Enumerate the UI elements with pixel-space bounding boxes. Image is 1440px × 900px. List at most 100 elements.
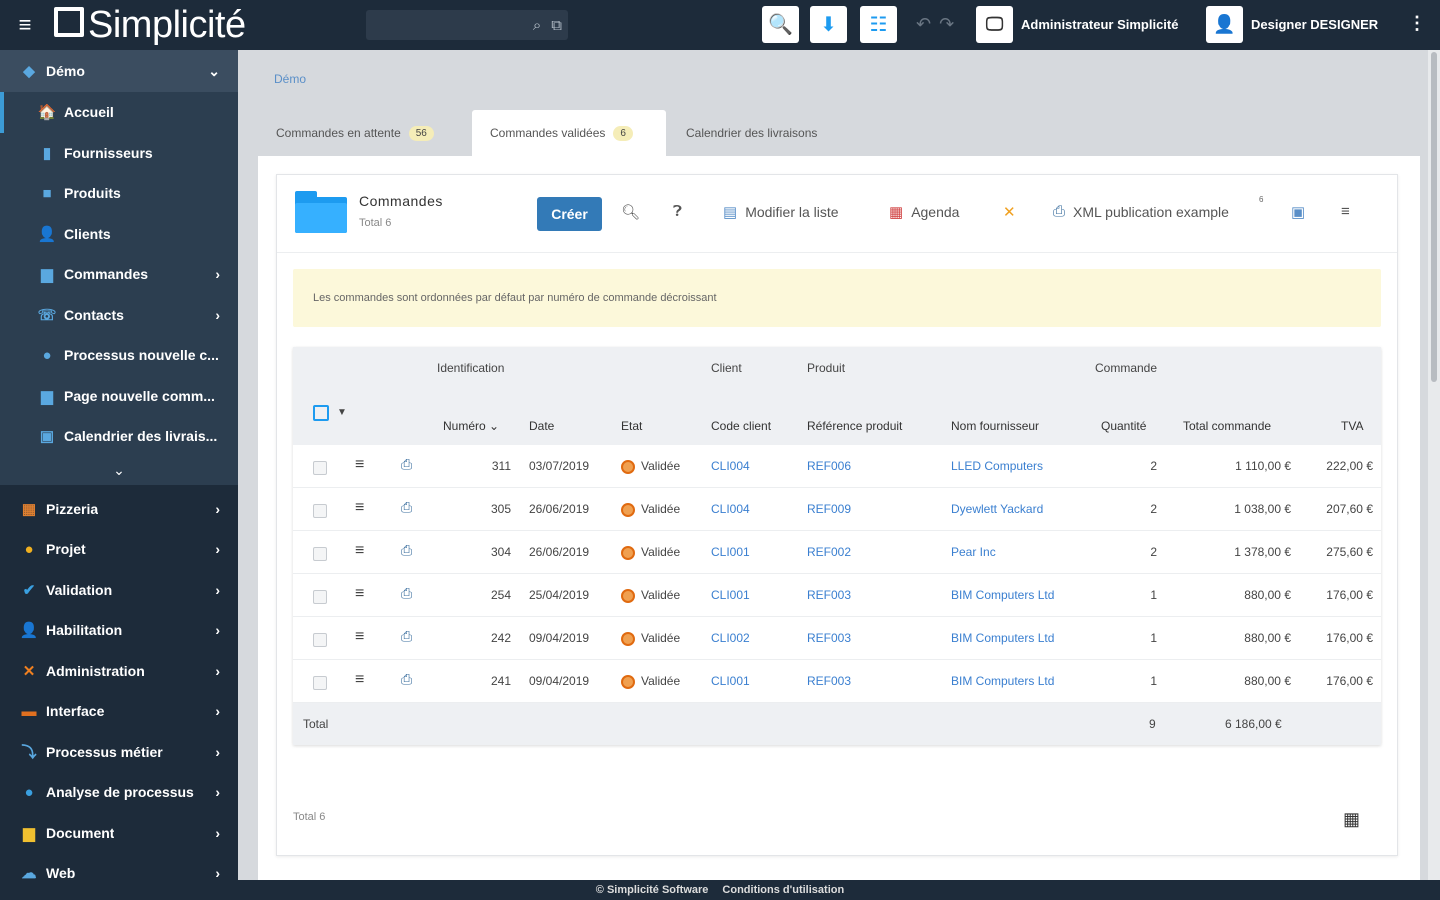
caret-down-icon[interactable]: ▼ (337, 407, 347, 418)
grid-view-icon[interactable]: ▦ (1343, 809, 1360, 830)
row-checkbox[interactable] (313, 461, 327, 475)
col-state[interactable]: Etat (621, 419, 642, 433)
sidebar-module[interactable]: 👤 Habilitation › (0, 610, 238, 651)
row-menu-icon[interactable]: ≡ (355, 499, 364, 517)
sidebar-item[interactable]: ☏ Contacts › (0, 295, 238, 336)
user-menu[interactable]: 🖵 Administrateur Simplicité (976, 6, 1178, 43)
row-checkbox[interactable] (313, 633, 327, 647)
col-total[interactable]: Total commande (1183, 419, 1271, 433)
page-scrollbar[interactable] (1428, 50, 1440, 880)
sidebar-module[interactable]: ● Analyse de processus › (0, 772, 238, 813)
sidebar-item[interactable]: ■ Produits (0, 173, 238, 214)
col-supplier[interactable]: Nom fournisseur (951, 419, 1039, 433)
row-menu-icon[interactable]: ≡ (355, 671, 364, 689)
tools-button[interactable]: ✕ (1003, 203, 1016, 221)
menu-toggle-icon[interactable]: ≡ (0, 0, 50, 50)
table-row[interactable]: ≡ ⎙ 304 26/06/2019 Validée CLI001 REF002 Pear I… (293, 531, 1381, 574)
row-menu-icon[interactable]: ≡ (355, 585, 364, 603)
col-client-code[interactable]: Code client (711, 419, 771, 433)
sidebar-item[interactable]: ● Processus nouvelle c... (0, 335, 238, 376)
row-print-icon[interactable]: ⎙ (401, 456, 412, 473)
list-menu-button[interactable]: ≡ (1341, 203, 1350, 220)
cell-client-link[interactable]: CLI002 (711, 631, 750, 645)
cell-client-link[interactable]: CLI001 (711, 545, 750, 559)
sidebar-item[interactable]: ▆ Page nouvelle comm... (0, 376, 238, 417)
col-date[interactable]: Date (529, 419, 554, 433)
row-print-icon[interactable]: ⎙ (401, 542, 412, 559)
table-row[interactable]: ≡ ⎙ 311 03/07/2019 Validée CLI004 REF006 LLED C… (293, 445, 1381, 488)
sidebar-item[interactable]: ▆ Commandes › (0, 254, 238, 295)
row-checkbox[interactable] (313, 504, 327, 518)
cell-product-link[interactable]: REF003 (807, 588, 851, 602)
search-button[interactable]: 🔍︎ (621, 203, 640, 221)
breadcrumb[interactable]: Démo (274, 72, 306, 86)
cell-product-link[interactable]: REF002 (807, 545, 851, 559)
sidebar-item[interactable]: 👤 Clients (0, 214, 238, 255)
tab-pending-orders[interactable]: Commandes en attente 56 (258, 110, 452, 156)
agenda-button[interactable]: ▦ Agenda (889, 203, 959, 221)
sidebar-scope-header[interactable]: ◆ Démo ⌄ (0, 50, 238, 92)
terms-link[interactable]: Conditions d'utilisation (722, 884, 844, 896)
download-icon[interactable]: ⬇ (810, 6, 847, 43)
sidebar-module[interactable]: ● Projet › (0, 529, 238, 570)
edit-list-button[interactable]: ▤ Modifier la liste (723, 203, 839, 221)
tab-delivery-calendar[interactable]: Calendrier des livraisons (668, 110, 835, 156)
sidebar-module[interactable]: ▆ Document › (0, 813, 238, 854)
cell-client-link[interactable]: CLI001 (711, 674, 750, 688)
app-logo[interactable]: Simplicité (54, 4, 246, 47)
cell-client-link[interactable]: CLI004 (711, 502, 750, 516)
more-vertical-icon[interactable]: ⋮ (1408, 13, 1426, 34)
cell-supplier-link[interactable]: Dyewlett Yackard (951, 502, 1043, 516)
row-checkbox[interactable] (313, 676, 327, 690)
cell-product-link[interactable]: REF003 (807, 631, 851, 645)
cell-supplier-link[interactable]: LLED Computers (951, 459, 1043, 473)
cell-client-link[interactable]: CLI004 (711, 459, 750, 473)
cell-supplier-link[interactable]: BIM Computers Ltd (951, 674, 1054, 688)
sidebar-module[interactable]: ▦ Pizzeria › (0, 489, 238, 530)
cell-client-link[interactable]: CLI001 (711, 588, 750, 602)
select-all-checkbox[interactable] (313, 405, 329, 421)
xml-publication-button[interactable]: ⎙ XML publication example (1053, 203, 1229, 220)
cell-supplier-link[interactable]: Pear Inc (951, 545, 996, 559)
row-print-icon[interactable]: ⎙ (401, 499, 412, 516)
external-link-icon[interactable]: ⧉ (551, 17, 562, 34)
row-checkbox[interactable] (313, 590, 327, 604)
sidebar-item[interactable]: ▮ Fournisseurs (0, 133, 238, 174)
show-more-chevron-icon[interactable]: ⌄ (0, 457, 238, 485)
table-row[interactable]: ≡ ⎙ 305 26/06/2019 Validée CLI004 REF009 Dyewle… (293, 488, 1381, 531)
process-tree-icon[interactable]: ☷ (860, 6, 897, 43)
indexed-search-icon[interactable]: 🔍 (762, 6, 799, 43)
sidebar-item[interactable]: 🏠 Accueil (0, 92, 238, 133)
row-checkbox[interactable] (313, 547, 327, 561)
search-icon[interactable]: ⌕ (533, 17, 541, 34)
table-row[interactable]: ≡ ⎙ 241 09/04/2019 Validée CLI001 REF003 BIM Co… (293, 660, 1381, 703)
cell-supplier-link[interactable]: BIM Computers Ltd (951, 631, 1054, 645)
sidebar-module[interactable]: ✔ Validation › (0, 570, 238, 611)
col-vat[interactable]: TVA (1341, 419, 1363, 433)
cell-product-link[interactable]: REF006 (807, 459, 851, 473)
row-print-icon[interactable]: ⎙ (401, 671, 412, 688)
table-row[interactable]: ≡ ⎙ 242 09/04/2019 Validée CLI002 REF003 BIM Co… (293, 617, 1381, 660)
col-product-ref[interactable]: Référence produit (807, 419, 902, 433)
cell-product-link[interactable]: REF009 (807, 502, 851, 516)
row-print-icon[interactable]: ⎙ (401, 628, 412, 645)
sidebar-module[interactable]: ⤵ Processus métier › (0, 732, 238, 773)
col-quantity[interactable]: Quantité (1101, 419, 1146, 433)
help-button[interactable]: ❓︎ (673, 203, 682, 220)
sidebar-item[interactable]: ▣ Calendrier des livrais... (0, 416, 238, 457)
undo-redo-icon[interactable]: ↶↷ (916, 14, 962, 35)
global-search-input[interactable]: ⌕ ⧉ (366, 10, 568, 40)
sidebar-module[interactable]: ▬ Interface › (0, 691, 238, 732)
row-print-icon[interactable]: ⎙ (401, 585, 412, 602)
calendar-view-button[interactable]: ▣ (1291, 203, 1305, 221)
sidebar-module[interactable]: ☁ Web › (0, 853, 238, 880)
row-menu-icon[interactable]: ≡ (355, 542, 364, 560)
cell-product-link[interactable]: REF003 (807, 674, 851, 688)
row-menu-icon[interactable]: ≡ (355, 456, 364, 474)
tab-validated-orders[interactable]: Commandes validées 6 (472, 110, 666, 156)
scrollbar-thumb[interactable] (1431, 52, 1437, 382)
col-number[interactable]: Numéro ⌄ (443, 419, 499, 433)
table-row[interactable]: ≡ ⎙ 254 25/04/2019 Validée CLI001 REF003 BIM Co… (293, 574, 1381, 617)
sidebar-module[interactable]: ✕ Administration › (0, 651, 238, 692)
designer-menu[interactable]: 👤 Designer DESIGNER (1206, 6, 1378, 43)
